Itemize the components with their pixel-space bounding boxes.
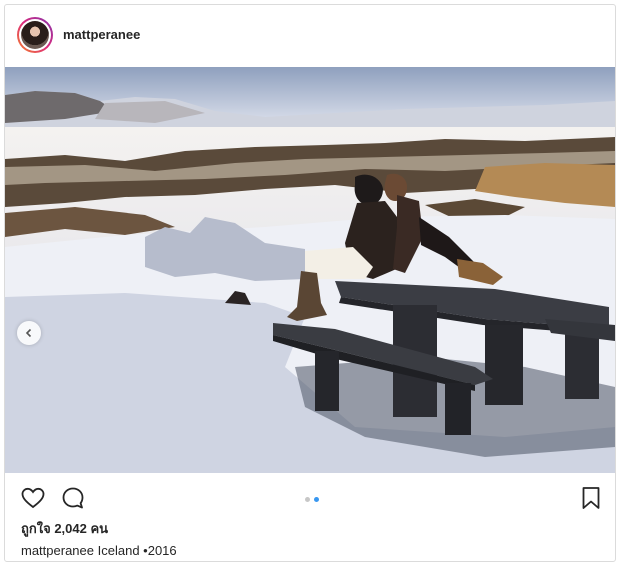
save-button[interactable] (577, 484, 605, 512)
heart-icon (21, 487, 45, 509)
likes-count[interactable]: ถูกใจ 2,042 คน (21, 518, 108, 539)
bookmark-icon (582, 487, 600, 509)
carousel-indicator (303, 489, 321, 507)
carousel-dot (305, 497, 310, 502)
carousel-prev-button[interactable] (17, 321, 41, 345)
photo-scene (5, 67, 615, 473)
caption-username[interactable]: mattperanee (21, 543, 94, 558)
carousel-dot-active (314, 497, 319, 502)
caption-text: Iceland •2016 (97, 543, 177, 558)
avatar[interactable] (17, 17, 53, 53)
post-photo[interactable] (5, 67, 615, 473)
avatar-frame (19, 19, 51, 51)
like-button[interactable] (19, 484, 47, 512)
comment-button[interactable] (59, 484, 87, 512)
post-username[interactable]: mattperanee (63, 27, 140, 42)
avatar-image (21, 21, 49, 49)
post-header: mattperanee (5, 5, 615, 67)
chevron-left-icon (25, 328, 32, 338)
comment-icon (62, 487, 84, 509)
post-card: mattperanee ถูกใจ 2,042 คน mattperanee I… (4, 4, 616, 562)
post-caption: mattperanee Iceland •2016 (21, 543, 177, 558)
